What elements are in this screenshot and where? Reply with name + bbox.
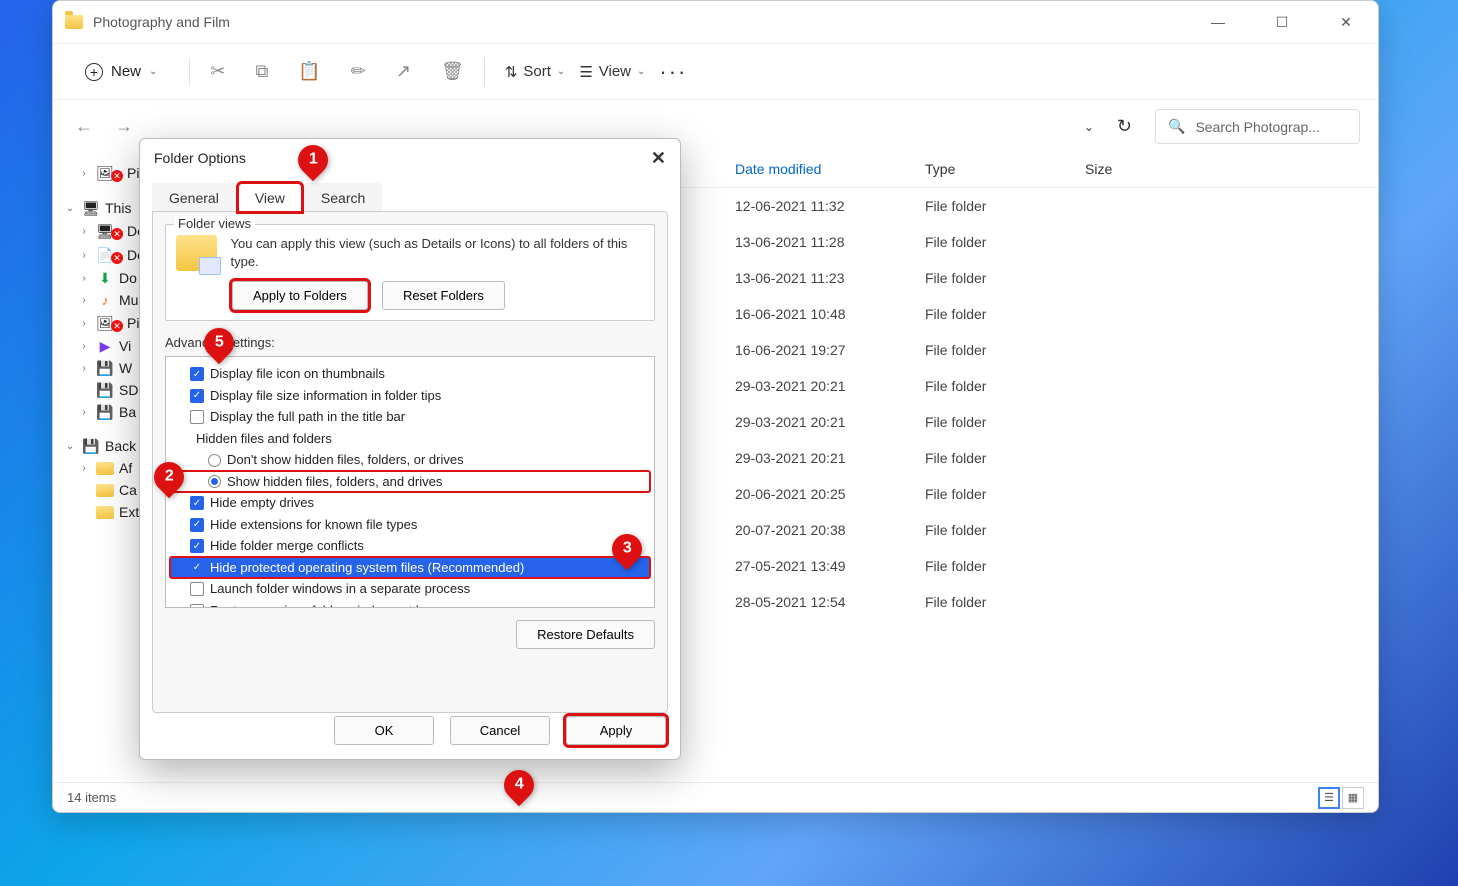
folder-options-dialog: Folder Options ✕ General View Search Fol… bbox=[139, 138, 681, 760]
separator bbox=[189, 58, 190, 86]
share-icon[interactable]: ↗ bbox=[396, 61, 411, 82]
more-button[interactable]: ··· bbox=[659, 59, 687, 85]
chevron-down-icon: ⌄ bbox=[637, 66, 645, 77]
search-icon: 🔍 bbox=[1168, 118, 1185, 135]
status-bar: 14 items ☰ ▦ bbox=[53, 782, 1378, 812]
tab-view[interactable]: View bbox=[238, 183, 302, 212]
view-label: View bbox=[599, 63, 631, 80]
setting-display-path[interactable]: Display the full path in the title bar bbox=[170, 406, 650, 428]
setting-display-size[interactable]: ✓Display file size information in folder… bbox=[170, 385, 650, 407]
rename-icon[interactable]: ✏ bbox=[351, 61, 366, 82]
new-button[interactable]: + New ⌄ bbox=[73, 57, 169, 87]
setting-hide-merge[interactable]: ✓Hide folder merge conflicts bbox=[170, 535, 650, 557]
chevron-down-icon: ⌄ bbox=[557, 66, 565, 77]
search-placeholder: Search Photograp... bbox=[1195, 119, 1320, 135]
setting-restore-prev[interactable]: Restore previous folder windows at logon bbox=[170, 600, 650, 609]
plus-icon: + bbox=[85, 63, 103, 81]
toolbar: + New ⌄ ✂ ⧉ 📋 ✏ ↗ 🗑 ⇅ Sort ⌄ ☰ View ⌄ ··… bbox=[53, 43, 1378, 99]
restore-defaults-button[interactable]: Restore Defaults bbox=[516, 620, 655, 649]
folder-views-icon bbox=[176, 235, 217, 271]
chevron-down-icon[interactable]: ⌄ bbox=[1084, 120, 1094, 134]
setting-display-icon[interactable]: ✓Display file icon on thumbnails bbox=[170, 363, 650, 385]
setting-launch-separate[interactable]: Launch folder windows in a separate proc… bbox=[170, 578, 650, 600]
close-icon[interactable]: ✕ bbox=[651, 148, 666, 169]
sort-icon: ⇅ bbox=[505, 63, 518, 81]
advanced-label: Advanced settings: bbox=[165, 335, 655, 350]
close-button[interactable]: ✕ bbox=[1326, 14, 1366, 31]
group-legend: Folder views bbox=[174, 216, 255, 231]
setting-hide-empty[interactable]: ✓Hide empty drives bbox=[170, 492, 650, 514]
setting-hidden-group: Hidden files and folders bbox=[170, 428, 650, 450]
tabs: General View Search bbox=[140, 183, 680, 212]
cut-icon[interactable]: ✂ bbox=[210, 61, 225, 82]
item-count: 14 items bbox=[67, 790, 116, 805]
sort-button[interactable]: ⇅ Sort ⌄ bbox=[505, 63, 565, 81]
view-button[interactable]: ☰ View ⌄ bbox=[579, 63, 645, 81]
tab-panel: Folder views You can apply this view (su… bbox=[152, 211, 668, 713]
col-type[interactable]: Type bbox=[925, 161, 1085, 177]
sort-label: Sort bbox=[523, 63, 551, 80]
window-title: Photography and Film bbox=[93, 14, 230, 30]
apply-button[interactable]: Apply bbox=[566, 716, 666, 745]
refresh-button[interactable]: ↻ bbox=[1116, 115, 1133, 138]
ok-button[interactable]: OK bbox=[334, 716, 434, 745]
large-icons-button[interactable]: ▦ bbox=[1342, 787, 1364, 809]
search-input[interactable]: 🔍 Search Photograp... bbox=[1155, 109, 1360, 144]
dialog-buttons: OK Cancel Apply bbox=[334, 716, 666, 745]
delete-icon[interactable]: 🗑 bbox=[441, 61, 464, 82]
toolbar-icons: ✂ ⧉ 📋 ✏ ↗ 🗑 bbox=[210, 61, 463, 82]
setting-hide-protected[interactable]: ✓Hide protected operating system files (… bbox=[170, 557, 650, 579]
maximize-button[interactable]: ☐ bbox=[1262, 14, 1302, 31]
dialog-titlebar: Folder Options ✕ bbox=[140, 139, 680, 177]
folder-views-text: You can apply this view (such as Details… bbox=[231, 235, 645, 271]
setting-hide-ext[interactable]: ✓Hide extensions for known file types bbox=[170, 514, 650, 536]
back-button[interactable]: ← bbox=[71, 116, 97, 137]
view-icon: ☰ bbox=[579, 63, 592, 81]
col-date[interactable]: Date modified bbox=[735, 161, 925, 177]
col-size[interactable]: Size bbox=[1085, 161, 1185, 177]
titlebar: Photography and Film — ☐ ✕ bbox=[53, 1, 1378, 43]
new-label: New bbox=[111, 63, 141, 80]
copy-icon[interactable]: ⧉ bbox=[256, 61, 269, 82]
folder-icon bbox=[65, 15, 83, 29]
paste-icon[interactable]: 📋 bbox=[298, 61, 320, 82]
reset-folders-button[interactable]: Reset Folders bbox=[382, 281, 505, 310]
tab-search[interactable]: Search bbox=[304, 183, 382, 212]
tab-general[interactable]: General bbox=[152, 183, 236, 212]
apply-to-folders-button[interactable]: Apply to Folders bbox=[232, 281, 368, 310]
separator bbox=[484, 58, 485, 86]
setting-show-hidden[interactable]: Show hidden files, folders, and drives bbox=[170, 471, 650, 493]
forward-button[interactable]: → bbox=[111, 116, 137, 137]
setting-dont-show-hidden[interactable]: Don't show hidden files, folders, or dri… bbox=[170, 449, 650, 471]
advanced-settings-list[interactable]: ✓Display file icon on thumbnails ✓Displa… bbox=[165, 356, 655, 608]
dialog-title: Folder Options bbox=[154, 150, 246, 166]
chevron-down-icon: ⌄ bbox=[149, 66, 157, 77]
cancel-button[interactable]: Cancel bbox=[450, 716, 550, 745]
details-view-button[interactable]: ☰ bbox=[1318, 787, 1340, 809]
folder-views-group: Folder views You can apply this view (su… bbox=[165, 224, 655, 321]
minimize-button[interactable]: — bbox=[1198, 14, 1238, 31]
window-controls: — ☐ ✕ bbox=[1198, 14, 1366, 31]
